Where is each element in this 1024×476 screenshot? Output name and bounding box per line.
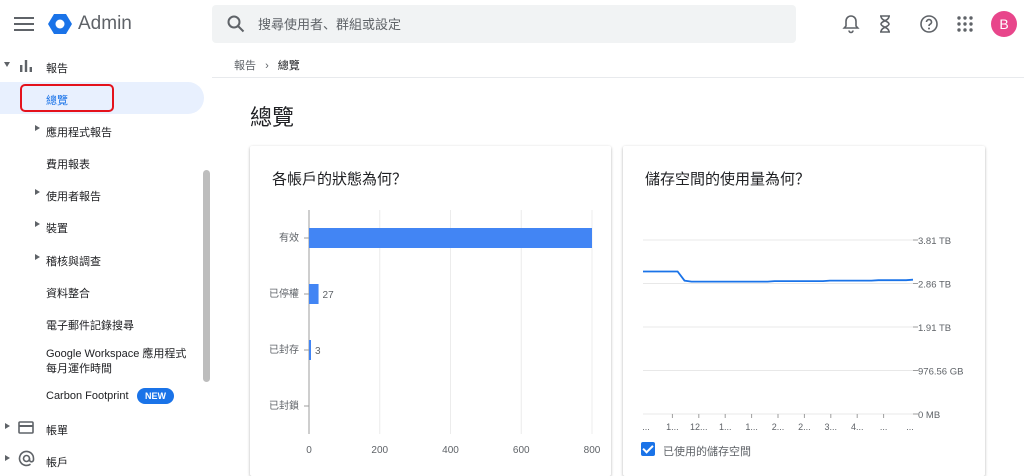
sidebar-item-label: 稽核與調查 — [46, 256, 101, 268]
main-content: 報告 › 總覽 總覽 各帳戶的狀態為何？ 0 200 400 600 800 有效 已停權 2… — [212, 48, 1024, 476]
billing-card-icon — [18, 421, 34, 434]
sidebar-item-email-log-search[interactable]: 電子郵件記錄搜尋 — [0, 307, 204, 339]
bell-icon[interactable] — [840, 13, 862, 35]
search-icon[interactable] — [226, 14, 246, 34]
x-tick-label: 200 — [371, 445, 388, 456]
search-bar[interactable] — [212, 5, 796, 43]
sidebar-item-billing[interactable]: 帳單 — [0, 412, 204, 444]
y-tick-label: 1.91 TB — [918, 323, 951, 334]
x-tick-label: 800 — [584, 445, 601, 456]
sidebar-item-label: 應用程式報告 — [46, 127, 112, 139]
y-tick-label: 2.86 TB — [918, 280, 951, 291]
help-icon[interactable] — [918, 13, 940, 35]
account-status-card: 各帳戶的狀態為何？ 0 200 400 600 800 有效 已停權 27 已封存 3 已封鎖 — [250, 146, 611, 476]
sidebar-item-label: 費用報表 — [46, 159, 90, 171]
sidebar-item-label: 每月運作時間 — [46, 363, 112, 375]
hourglass-icon[interactable] — [874, 13, 896, 35]
apps-grid-icon[interactable] — [954, 13, 976, 35]
breadcrumb-current: 總覽 — [277, 60, 300, 72]
legend-label: 已使用的儲存空間 — [663, 446, 751, 458]
account-status-chart: 0 200 400 600 800 有效已停權 27 已封存 3 已封鎖 — [269, 210, 601, 456]
bar — [309, 228, 592, 248]
category-label: 已停權 — [269, 287, 299, 300]
caret-right-icon[interactable] — [35, 125, 40, 131]
app-title[interactable]: Admin — [78, 13, 132, 35]
new-badge: NEW — [137, 388, 174, 404]
sidebar-item-workspace-uptime[interactable]: Google Workspace 應用程式 每月運作時間 — [0, 340, 204, 376]
category-label: 有效 — [279, 231, 299, 244]
caret-right-icon[interactable] — [35, 189, 40, 195]
storage-usage-card: 儲存空間的使用量為何？ 0 MB 976.56 GB 1.91 TB 2.86 TB 3… — [623, 146, 985, 476]
at-sign-icon — [18, 450, 35, 467]
category-label: 已封鎖 — [269, 399, 299, 412]
breadcrumb-separator: › — [265, 60, 269, 72]
sidebar-item-accounts[interactable]: 帳戶 — [0, 444, 204, 476]
caret-right-icon[interactable] — [35, 254, 40, 260]
x-tick-label: 600 — [513, 445, 530, 456]
sidebar: 報告 總覽 應用程式報告 費用報表 使用者報告 裝置 稽核與調查 資料整合 電子… — [0, 48, 212, 470]
avatar[interactable]: B — [991, 11, 1017, 37]
caret-right-icon[interactable] — [5, 423, 10, 429]
main-menu-icon[interactable] — [14, 14, 34, 34]
y-tick-label: 3.81 TB — [918, 236, 951, 247]
x-tick-label: 4... — [851, 422, 864, 432]
sidebar-item-reports[interactable]: 報告 — [0, 50, 204, 82]
x-tick-label: ... — [642, 422, 650, 432]
y-tick-label: 0 MB — [918, 410, 940, 421]
sidebar-item-data-integration[interactable]: 資料整合 — [0, 275, 204, 307]
legend-checkbox[interactable] — [641, 442, 655, 456]
x-tick-label: 1... — [745, 422, 758, 432]
x-tick-label: 2... — [772, 422, 785, 432]
top-bar: Admin B — [0, 0, 1024, 48]
bar — [309, 284, 319, 304]
page-title: 總覽 — [250, 105, 295, 130]
highlight-annotation — [20, 84, 114, 112]
caret-right-icon[interactable] — [35, 221, 40, 227]
bar-chart-icon — [20, 60, 32, 72]
x-tick-label: 400 — [442, 445, 459, 456]
x-tick-label: 2... — [798, 422, 811, 432]
y-tick-label: 976.56 GB — [918, 367, 963, 378]
x-tick-label: 12... — [690, 422, 708, 432]
header-divider — [212, 77, 1024, 78]
x-tick-label: ... — [880, 422, 888, 432]
caret-down-icon[interactable] — [4, 62, 10, 67]
x-tick-label: 3... — [825, 422, 838, 432]
search-input[interactable] — [258, 5, 778, 43]
sidebar-item-label: 帳戶 — [46, 457, 68, 469]
series-line — [643, 270, 914, 283]
sidebar-scrollbar[interactable] — [203, 170, 210, 382]
sidebar-item-label: 使用者報告 — [46, 191, 101, 203]
sidebar-item-devices[interactable]: 裝置 — [0, 210, 204, 242]
sidebar-item-label: 資料整合 — [46, 288, 90, 300]
sidebar-item-label: 裝置 — [46, 223, 68, 235]
data-label: 27 — [323, 290, 335, 301]
data-label: 3 — [315, 346, 321, 357]
breadcrumb: 報告 › 總覽 — [234, 57, 300, 73]
sidebar-item-audit[interactable]: 稽核與調查 — [0, 243, 204, 275]
admin-logo-icon[interactable] — [48, 12, 72, 36]
sidebar-item-label: 帳單 — [46, 425, 68, 437]
sidebar-item-app-reports[interactable]: 應用程式報告 — [0, 114, 204, 146]
bar — [309, 340, 311, 360]
sidebar-item-cost-reports[interactable]: 費用報表 — [0, 146, 204, 178]
x-tick-label: 1... — [719, 422, 732, 432]
caret-right-icon[interactable] — [5, 455, 10, 461]
x-tick-label: 0 — [306, 445, 312, 456]
storage-usage-chart: 0 MB 976.56 GB 1.91 TB 2.86 TB 3.81 TB... 1..… — [642, 236, 963, 432]
sidebar-item-label: Google Workspace 應用程式 — [46, 348, 187, 360]
x-tick-label: ... — [906, 422, 914, 432]
breadcrumb-reports-link[interactable]: 報告 — [234, 60, 256, 72]
x-tick-label: 1... — [666, 422, 679, 432]
sidebar-item-label: 報告 — [46, 63, 68, 75]
category-label: 已封存 — [269, 343, 299, 356]
sidebar-item-label: 電子郵件記錄搜尋 — [46, 320, 134, 332]
sidebar-item-user-reports[interactable]: 使用者報告 — [0, 178, 204, 210]
sidebar-item-label: Carbon Footprint — [46, 390, 129, 402]
